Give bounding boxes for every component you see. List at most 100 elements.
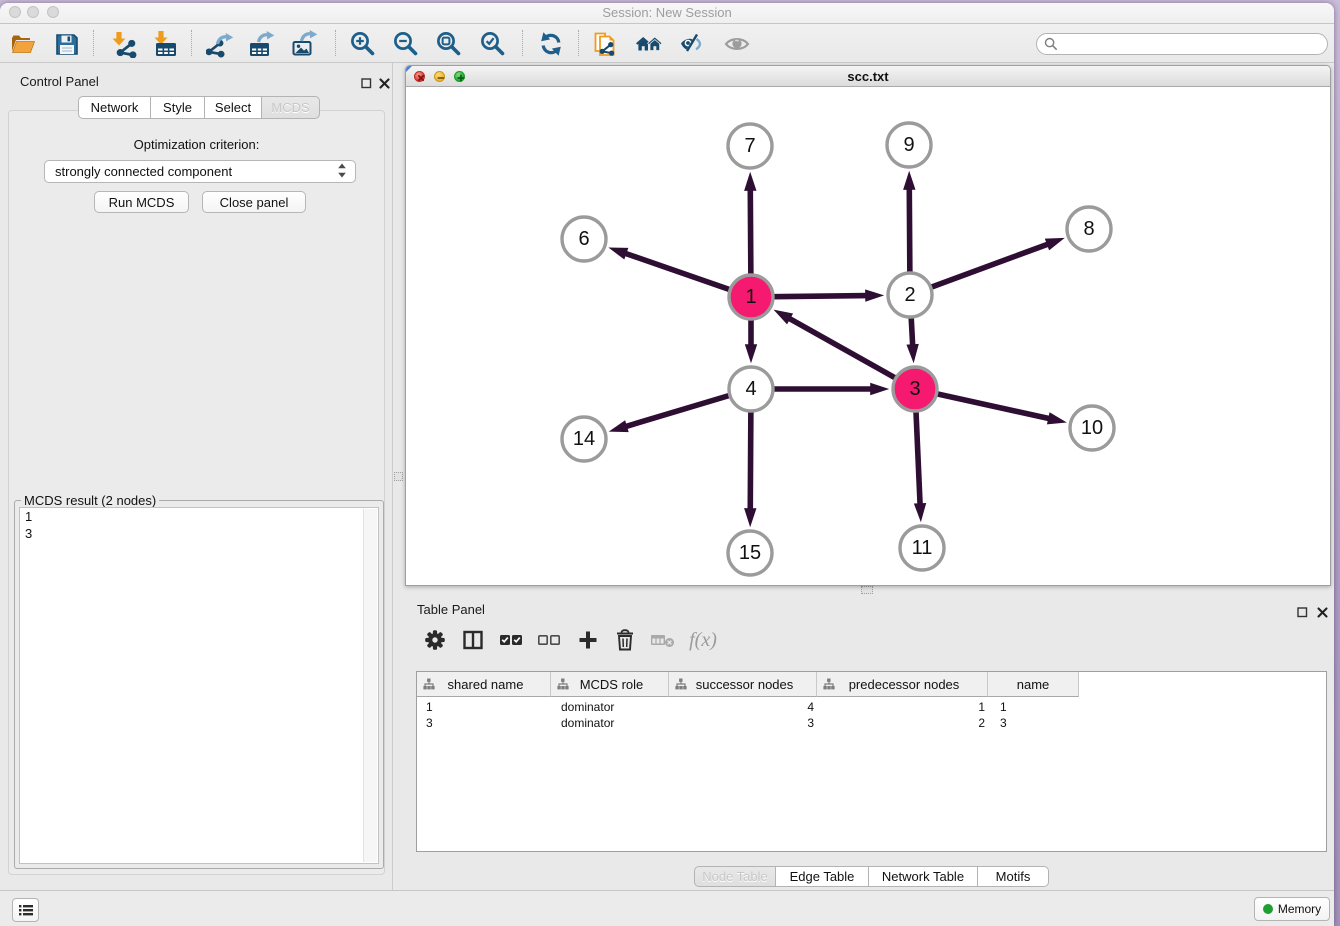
horizontal-split-handle[interactable] bbox=[394, 472, 403, 481]
zoom-in-icon[interactable] bbox=[348, 29, 378, 59]
mcds-result-group: MCDS result (2 nodes) 13 bbox=[14, 500, 384, 869]
select-all-icon[interactable] bbox=[494, 623, 528, 657]
main-toolbar bbox=[0, 24, 1334, 63]
svg-text:1: 1 bbox=[745, 286, 756, 308]
toolbar-separator bbox=[578, 30, 579, 56]
app-window: Session: New Session bbox=[0, 3, 1334, 926]
table-cell[interactable]: 2 bbox=[817, 715, 985, 731]
column-type-icon bbox=[557, 678, 569, 690]
dropdown-chevrons-icon bbox=[337, 163, 347, 181]
run-mcds-button[interactable]: Run MCDS bbox=[94, 191, 189, 213]
table-cell[interactable]: 3 bbox=[426, 715, 548, 731]
import-table-icon[interactable] bbox=[151, 29, 181, 59]
table-cell[interactable]: dominator bbox=[561, 699, 667, 715]
svg-text:11: 11 bbox=[912, 537, 933, 559]
mcds-result-item[interactable]: 1 bbox=[20, 508, 378, 525]
tab-select[interactable]: Select bbox=[204, 96, 262, 119]
network-window: scc.txt 7968124314101511 bbox=[405, 65, 1331, 586]
titlebar: Session: New Session bbox=[0, 3, 1334, 24]
svg-text:15: 15 bbox=[739, 542, 761, 564]
optimization-dropdown[interactable]: strongly connected component bbox=[44, 160, 356, 183]
toolbar-separator bbox=[335, 30, 336, 56]
table-row[interactable]: 3dominator323 bbox=[417, 715, 1326, 731]
memory-button[interactable]: Memory bbox=[1254, 897, 1330, 921]
tab-style[interactable]: Style bbox=[150, 96, 205, 119]
float-window-icon[interactable] bbox=[361, 77, 372, 92]
task-list-icon bbox=[18, 903, 34, 917]
export-image-icon[interactable] bbox=[290, 29, 320, 59]
export-network-icon[interactable] bbox=[205, 29, 235, 59]
svg-text:8: 8 bbox=[1083, 218, 1094, 240]
table-cell[interactable]: 1 bbox=[426, 699, 548, 715]
search-input[interactable] bbox=[1036, 33, 1328, 55]
control-panel-tabs: NetworkStyleSelectMCDS bbox=[78, 96, 320, 119]
column-header-name[interactable]: name bbox=[988, 672, 1079, 697]
svg-text:10: 10 bbox=[1081, 417, 1103, 439]
svg-text:4: 4 bbox=[745, 378, 756, 400]
open-session-icon[interactable] bbox=[8, 29, 38, 59]
table-cell[interactable]: 4 bbox=[669, 699, 814, 715]
zoom-fit-icon[interactable] bbox=[434, 29, 464, 59]
zoom-selected-icon[interactable] bbox=[478, 29, 508, 59]
function-icon: f(x) bbox=[686, 623, 720, 657]
column-type-icon bbox=[823, 678, 835, 690]
table-cell[interactable]: 1 bbox=[1000, 699, 1079, 715]
svg-text:14: 14 bbox=[573, 428, 595, 450]
table-close-panel-icon[interactable] bbox=[1317, 606, 1328, 621]
delete-icon[interactable] bbox=[608, 623, 642, 657]
deselect-all-icon[interactable] bbox=[532, 623, 566, 657]
first-neighbors-icon[interactable] bbox=[634, 29, 664, 59]
tab-motifs[interactable]: Motifs bbox=[977, 866, 1049, 887]
tab-node-table[interactable]: Node Table bbox=[694, 866, 776, 887]
optimization-dropdown-value: strongly connected component bbox=[55, 164, 232, 179]
gear-icon[interactable] bbox=[418, 623, 452, 657]
table-panel-tabs: Node TableEdge TableNetwork TableMotifs bbox=[694, 866, 1049, 887]
column-header-shared-name[interactable]: shared name bbox=[417, 672, 551, 697]
tab-edge-table[interactable]: Edge Table bbox=[775, 866, 869, 887]
optimization-label: Optimization criterion: bbox=[0, 137, 393, 152]
hide-details-icon[interactable] bbox=[677, 29, 707, 59]
tab-mcds[interactable]: MCDS bbox=[261, 96, 320, 119]
column-header-MCDS-role[interactable]: MCDS role bbox=[551, 672, 669, 697]
toolbar-separator bbox=[191, 30, 192, 56]
table-cell[interactable]: dominator bbox=[561, 715, 667, 731]
network-window-title: scc.txt bbox=[406, 69, 1330, 84]
memory-label: Memory bbox=[1278, 902, 1321, 916]
column-header-predecessor-nodes[interactable]: predecessor nodes bbox=[817, 672, 988, 697]
table-panel-title: Table Panel bbox=[417, 602, 485, 617]
clone-network-icon[interactable] bbox=[591, 29, 621, 59]
svg-text:6: 6 bbox=[578, 228, 589, 250]
tab-network-table[interactable]: Network Table bbox=[868, 866, 978, 887]
svg-text:7: 7 bbox=[744, 135, 755, 157]
export-table-icon[interactable] bbox=[247, 29, 277, 59]
frame-corner-decoration bbox=[406, 66, 412, 72]
table-panel: Table Panel bbox=[398, 597, 1334, 890]
search-icon bbox=[1044, 37, 1058, 51]
columns-icon[interactable] bbox=[456, 623, 490, 657]
mcds-result-list[interactable]: 13 bbox=[19, 507, 379, 864]
table-float-window-icon[interactable] bbox=[1297, 606, 1308, 621]
save-session-icon[interactable] bbox=[52, 29, 82, 59]
refresh-icon[interactable] bbox=[536, 29, 566, 59]
vertical-split-handle[interactable] bbox=[861, 586, 873, 594]
table-row[interactable]: 1dominator411 bbox=[417, 699, 1326, 715]
tab-network[interactable]: Network bbox=[78, 96, 151, 119]
table-cell[interactable]: 3 bbox=[669, 715, 814, 731]
close-panel-icon[interactable] bbox=[379, 77, 390, 92]
show-details-icon bbox=[722, 29, 752, 59]
column-header-successor-nodes[interactable]: successor nodes bbox=[669, 672, 817, 697]
result-scrollbar[interactable] bbox=[363, 509, 377, 862]
import-network-icon[interactable] bbox=[109, 29, 139, 59]
task-history-button[interactable] bbox=[12, 898, 39, 922]
table-cell[interactable]: 1 bbox=[817, 699, 985, 715]
table-cell[interactable]: 3 bbox=[1000, 715, 1079, 731]
network-canvas[interactable]: 7968124314101511 bbox=[406, 87, 1330, 586]
add-icon[interactable] bbox=[571, 623, 605, 657]
mcds-result-item[interactable]: 3 bbox=[20, 525, 378, 542]
svg-text:3: 3 bbox=[909, 378, 920, 400]
zoom-out-icon[interactable] bbox=[391, 29, 421, 59]
control-panel: Control Panel NetworkStyleSelectMCDS Opt… bbox=[0, 63, 393, 890]
toolbar-separator bbox=[93, 30, 94, 56]
column-type-icon bbox=[423, 678, 435, 690]
close-panel-button[interactable]: Close panel bbox=[202, 191, 306, 213]
